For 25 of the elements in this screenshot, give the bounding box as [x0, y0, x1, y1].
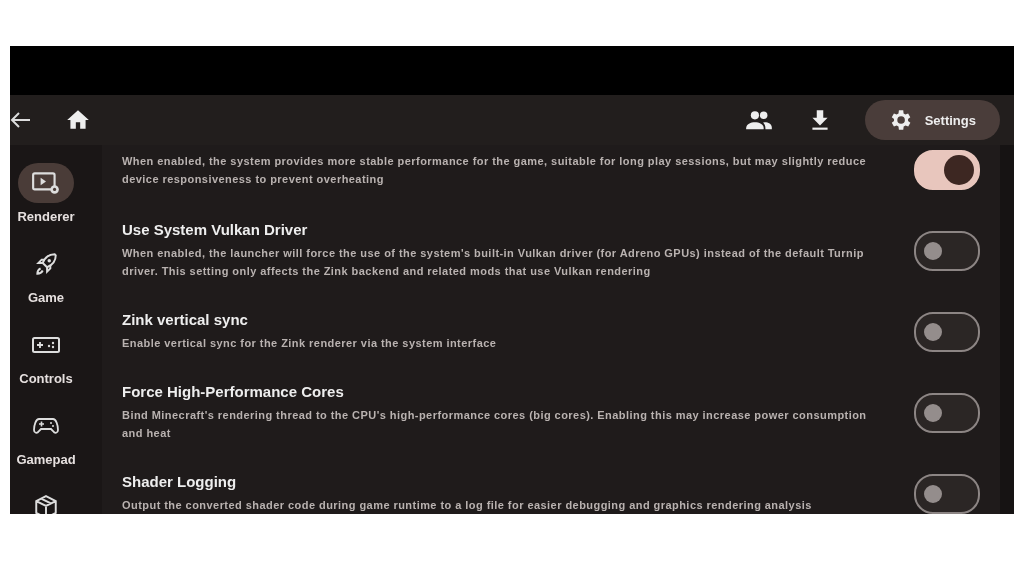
toggle-switch[interactable]	[914, 230, 980, 271]
sidebar-tab[interactable]	[18, 163, 74, 203]
toggle-switch[interactable]	[914, 311, 980, 352]
sidebar-label: Controls	[19, 371, 73, 386]
setting-title: Shader Logging	[122, 473, 238, 490]
sidebar-label: Renderer	[17, 209, 75, 224]
setting-title: Use System Vulkan Driver	[122, 221, 309, 238]
sidebar-label: Gamepad	[16, 452, 76, 467]
settings-tab[interactable]: Settings	[864, 100, 1000, 140]
setting-description: When enabled, the system provides more stable performance for the game, suitable for long play sessions, but may slightly reduce device responsiveness to prevent overheating	[122, 153, 868, 187]
toggle-switch[interactable]	[914, 392, 980, 433]
setting-title: Zink vertical sync	[122, 311, 249, 328]
screen-gear-icon	[31, 170, 61, 196]
sidebar-label: Game	[27, 290, 65, 305]
setting-title: Force High-Performance Cores	[122, 383, 345, 400]
gamepad-icon	[33, 415, 59, 437]
box-icon	[33, 494, 59, 514]
rocket-icon	[33, 251, 59, 277]
toggle-switch[interactable]	[914, 149, 980, 190]
setting-description: Output the converted shader code during game runtime to a log file for easier debugging and graphics rendering analysis	[122, 498, 813, 513]
keyboard-icon	[32, 335, 60, 355]
setting-description: When enabled, the launcher will force the use of the system's built-in Vulkan driver (for Adreno GPUs) instead of the default Turnip driver. This setting only affects the Zink backend and related mods that use Vulkan rendering	[122, 246, 865, 279]
toggle-switch[interactable]	[914, 473, 980, 514]
setting-description: Bind Minecraft's rendering thread to the CPU's high-performance cores (big cores). Enabling this may increase power consumption and heat	[122, 408, 868, 441]
setting-description: Enable vertical sync for the Zink renderer via the system interface	[122, 336, 498, 351]
